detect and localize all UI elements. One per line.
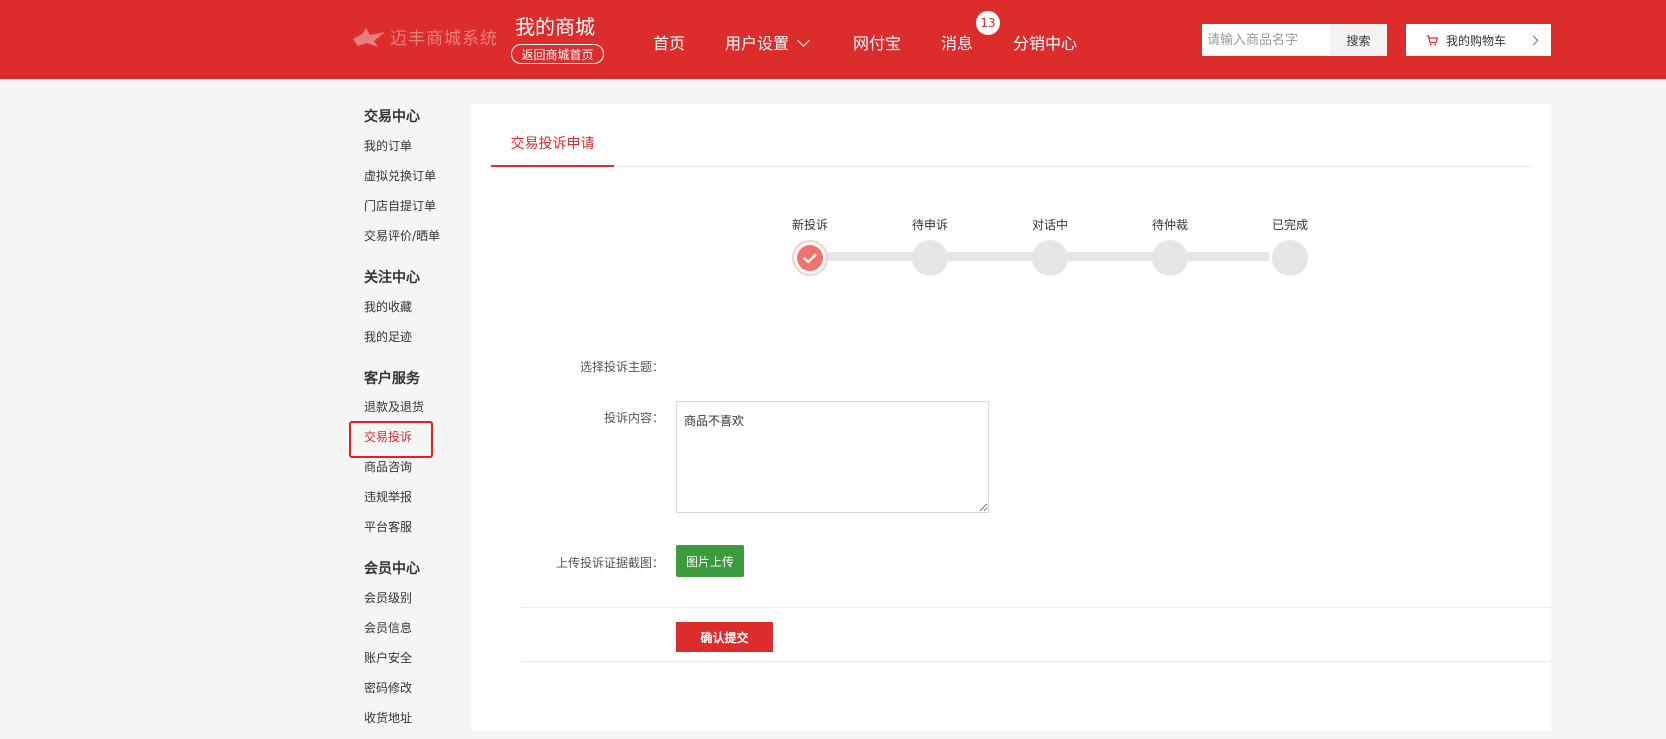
sidebar-heading-trade: 交易中心 bbox=[364, 109, 420, 125]
step-dot-completed bbox=[1272, 240, 1308, 276]
submit-button[interactable]: 确认提交 bbox=[676, 622, 773, 652]
nav-user-settings[interactable]: 用户设置 bbox=[725, 30, 810, 54]
search-box: 搜索 bbox=[1202, 24, 1387, 56]
tab-complaint-application[interactable]: 交易投诉申请 bbox=[491, 121, 614, 167]
nav-wallet-label: 网付宝 bbox=[853, 34, 902, 53]
upload-label: 上传投诉证据截图： bbox=[555, 556, 664, 570]
nav-home[interactable]: 首页 bbox=[653, 30, 685, 54]
nav-messages[interactable]: 消息 bbox=[941, 30, 973, 54]
sidebar-item-footprints[interactable]: 我的足迹 bbox=[364, 328, 412, 345]
content-label: 投诉内容： bbox=[603, 411, 664, 425]
sidebar-item-violation-report[interactable]: 违规举报 bbox=[364, 488, 412, 505]
step-dot-pending-arbitration bbox=[1152, 240, 1188, 276]
nav-distribution[interactable]: 分销中心 bbox=[1013, 30, 1077, 54]
chevron-right-icon bbox=[1528, 35, 1539, 45]
back-to-mall-button[interactable]: 返回商城首页 bbox=[511, 44, 604, 64]
step-dot-new bbox=[792, 240, 828, 276]
cart-icon bbox=[1426, 34, 1438, 45]
complaint-content-textarea[interactable]: 商品不喜欢 bbox=[676, 401, 989, 513]
step-label-new: 新投诉 bbox=[791, 218, 829, 232]
sidebar-item-reviews[interactable]: 交易评价/晒单 bbox=[364, 227, 440, 244]
sidebar-item-refunds[interactable]: 退款及退货 bbox=[364, 398, 424, 415]
search-input[interactable] bbox=[1202, 24, 1330, 56]
subject-label: 选择投诉主题： bbox=[579, 360, 664, 374]
step-dot-pending-appeal bbox=[912, 240, 948, 276]
cart-label: 我的购物车 bbox=[1446, 33, 1507, 48]
sidebar-item-virtual-orders[interactable]: 虚拟兑换订单 bbox=[364, 167, 436, 184]
sidebar-item-address[interactable]: 收货地址 bbox=[364, 709, 412, 726]
cart-button[interactable]: 我的购物车 bbox=[1406, 24, 1551, 56]
nav-user-settings-label: 用户设置 bbox=[725, 34, 790, 53]
message-count-badge: 13 bbox=[976, 11, 1000, 35]
sidebar-heading-member: 会员中心 bbox=[364, 561, 420, 577]
step-label-completed: 已完成 bbox=[1271, 218, 1309, 232]
step-label-in-dialog: 对话中 bbox=[1031, 218, 1069, 232]
nav-wallet[interactable]: 网付宝 bbox=[853, 30, 901, 54]
nav-home-label: 首页 bbox=[653, 34, 686, 53]
form-divider-top bbox=[521, 607, 1551, 608]
logo-bird-icon bbox=[353, 27, 385, 47]
sidebar-item-consultation[interactable]: 商品咨询 bbox=[364, 458, 412, 475]
step-done-circle bbox=[797, 245, 823, 271]
sidebar-heading-service: 客户服务 bbox=[364, 371, 420, 387]
sidebar-heading-follow: 关注中心 bbox=[364, 270, 420, 286]
main-panel: 交易投诉申请 新投诉 待申诉 对话中 待仲裁 已完成 选择投诉主题： 投诉内容：… bbox=[471, 104, 1551, 731]
site-logo[interactable]: 迈丰商城系统 bbox=[352, 24, 498, 49]
logo-text: 迈丰商城系统 bbox=[390, 29, 498, 49]
chevron-down-icon bbox=[797, 33, 810, 47]
active-item-highlight bbox=[349, 421, 433, 458]
sidebar-item-account-security[interactable]: 账户安全 bbox=[364, 649, 412, 666]
nav-messages-label: 消息 bbox=[941, 34, 974, 53]
step-dot-in-dialog bbox=[1032, 240, 1068, 276]
form-divider-bottom bbox=[521, 661, 1551, 662]
mall-title: 我的商城 bbox=[515, 15, 595, 39]
sidebar-item-change-password[interactable]: 密码修改 bbox=[364, 679, 412, 696]
sidebar-item-member-info[interactable]: 会员信息 bbox=[364, 619, 412, 636]
nav-distribution-label: 分销中心 bbox=[1013, 34, 1078, 53]
top-header: 迈丰商城系统 我的商城 返回商城首页 首页 用户设置 网付宝 消息 分销中心 1… bbox=[0, 0, 1666, 79]
tab-bar: 交易投诉申请 bbox=[491, 121, 1531, 167]
sidebar-item-member-level[interactable]: 会员级别 bbox=[364, 589, 412, 606]
sidebar-item-favorites[interactable]: 我的收藏 bbox=[364, 298, 412, 315]
search-button[interactable]: 搜索 bbox=[1330, 24, 1387, 56]
step-label-pending-arbitration: 待仲裁 bbox=[1151, 218, 1189, 232]
step-label-pending-appeal: 待申诉 bbox=[911, 218, 949, 232]
sidebar-item-my-orders[interactable]: 我的订单 bbox=[364, 137, 412, 154]
check-icon bbox=[803, 253, 817, 263]
sidebar-item-pickup-orders[interactable]: 门店自提订单 bbox=[364, 197, 436, 214]
sidebar-item-platform-support[interactable]: 平台客服 bbox=[364, 518, 412, 535]
image-upload-button[interactable]: 图片上传 bbox=[676, 545, 744, 577]
